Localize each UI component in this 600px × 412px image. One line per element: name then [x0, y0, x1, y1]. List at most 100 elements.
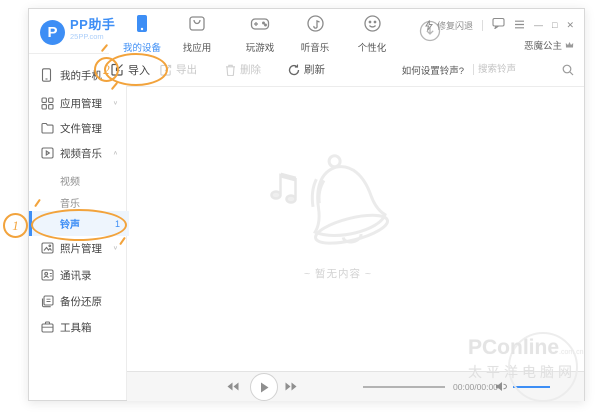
sidebar-item-file-management[interactable]: 文件管理 [29, 116, 126, 140]
help-label: 如何设置铃声? [402, 63, 464, 77]
logo-name: PP助手 [70, 18, 115, 31]
logo-text: PP助手 25PP.com [70, 18, 115, 41]
delete-button[interactable]: 删除 [225, 53, 261, 86]
tab-find-apps[interactable]: 找应用 [167, 14, 227, 54]
ringtone-search [476, 53, 574, 86]
sidebar-item-label: 我的手机 [60, 68, 102, 83]
tab-play-games[interactable]: 玩游戏 [230, 14, 290, 54]
volume-slider[interactable] [513, 386, 550, 388]
sidebar-item-contacts[interactable]: 通讯录 [29, 263, 126, 287]
games-icon [250, 14, 270, 33]
sidebar-subitem-label: 铃声 [60, 216, 80, 231]
refresh-label: 刷新 [304, 62, 325, 77]
sidebar-item-label: 照片管理 [60, 241, 102, 256]
vip-icon [565, 41, 574, 49]
divider [473, 64, 474, 75]
fix-crash-icon [424, 20, 434, 31]
progress-bar[interactable] [363, 386, 445, 388]
chevron-down-icon: ∨ [113, 100, 118, 106]
sidebar-item-my-phone[interactable]: 我的手机 [29, 63, 126, 87]
user-account[interactable]: 恶魔公主 [524, 38, 574, 52]
toolbox-icon [41, 320, 55, 334]
ringtone-toolbar: 导入 导出 删除 刷新 如何设置铃声? [109, 53, 584, 86]
divider [482, 20, 483, 31]
player-bar: 00:00/00:00 [127, 371, 584, 401]
export-label: 导出 [176, 62, 197, 77]
play-icon [260, 382, 269, 393]
feedback-button[interactable] [492, 16, 505, 34]
toolbar-divider [126, 86, 584, 87]
bell-illustration [263, 147, 413, 257]
annotation-step-1-number: 1 [12, 218, 19, 234]
app-window: P PP助手 25PP.com 我的设备 找应用 [28, 8, 585, 401]
device-icon [134, 14, 150, 33]
tab-my-device[interactable]: 我的设备 [112, 14, 172, 54]
contacts-icon [41, 268, 55, 282]
search-input[interactable] [476, 63, 558, 76]
speaker-icon [495, 381, 507, 392]
tab-label: 我的设备 [112, 40, 172, 54]
apps-icon [41, 96, 55, 110]
sidebar-subitem-ringtone[interactable]: 铃声 1 [29, 211, 129, 236]
tab-personalize[interactable]: 个性化 [342, 14, 402, 54]
sidebar-item-photo-management[interactable]: 照片管理 ∨ [29, 236, 126, 260]
refresh-button[interactable]: 刷新 [288, 53, 325, 86]
logo-domain: 25PP.com [70, 33, 115, 41]
ringtone-count-badge: 1 [115, 219, 120, 229]
sidebar-item-label: 应用管理 [60, 96, 102, 111]
play-button[interactable] [250, 373, 278, 401]
app-header: P PP助手 25PP.com 我的设备 找应用 [29, 9, 584, 54]
sidebar-item-label: 工具箱 [60, 320, 92, 335]
pp-logo-icon: P [40, 20, 65, 45]
export-button[interactable]: 导出 [160, 53, 197, 86]
appstore-icon [188, 14, 206, 33]
screenshot-stage: P PP助手 25PP.com 我的设备 找应用 [0, 0, 600, 412]
sidebar-subitem-music[interactable]: 音乐 [29, 192, 126, 212]
username: 恶魔公主 [524, 38, 562, 52]
next-track-button[interactable] [285, 372, 297, 401]
chevron-up-icon: ∧ [113, 150, 118, 156]
sidebar-subitem-label: 视频 [60, 173, 80, 188]
sidebar-item-label: 备份还原 [60, 294, 102, 309]
personalize-icon [363, 14, 382, 33]
export-icon [160, 64, 172, 76]
backup-icon [41, 294, 55, 308]
empty-state-text: ~ 暂无内容 ~ [258, 266, 418, 281]
window-controls: 修复闪退 — □ ✕ [424, 16, 574, 34]
phone-icon [41, 68, 55, 82]
tab-listen-music[interactable]: 听音乐 [285, 14, 345, 54]
previous-icon [227, 382, 239, 391]
sidebar-item-toolbox[interactable]: 工具箱 [29, 315, 126, 339]
photos-icon [41, 241, 55, 255]
sidebar-item-label: 视频音乐 [60, 146, 102, 161]
next-icon [285, 382, 297, 391]
minimize-button[interactable]: — [534, 21, 543, 30]
sidebar-item-label: 文件管理 [60, 121, 102, 136]
sidebar-item-app-management[interactable]: 应用管理 ∨ [29, 91, 126, 115]
app-logo[interactable]: P PP助手 25PP.com [40, 18, 115, 45]
refresh-icon [288, 64, 300, 76]
delete-label: 删除 [240, 62, 261, 77]
feedback-icon [492, 17, 505, 29]
sidebar-item-backup-restore[interactable]: 备份还原 [29, 289, 126, 313]
tab-label: 个性化 [342, 40, 402, 54]
fix-crash-button[interactable]: 修复闪退 [424, 19, 473, 32]
chevron-down-icon: ∨ [113, 245, 118, 251]
sidebar-subitem-video[interactable]: 视频 [29, 170, 126, 190]
menu-button[interactable] [514, 16, 525, 34]
previous-track-button[interactable] [227, 372, 239, 401]
trash-icon [225, 64, 236, 76]
sidebar-item-video-music[interactable]: 视频音乐 ∧ [29, 141, 126, 165]
volume-button[interactable] [495, 372, 507, 401]
sidebar-divider [126, 86, 127, 400]
close-button[interactable]: ✕ [566, 21, 574, 30]
music-icon [306, 14, 325, 33]
how-to-set-ringtone-link[interactable]: 如何设置铃声? [402, 53, 464, 86]
annotation-step-1: 1 [3, 213, 28, 238]
tab-label: 听音乐 [285, 40, 345, 54]
import-label: 导入 [128, 62, 150, 78]
maximize-button[interactable]: □ [552, 21, 557, 30]
sidebar-subitem-label: 音乐 [60, 195, 80, 210]
sidebar-item-label: 通讯录 [60, 268, 92, 283]
search-icon[interactable] [562, 64, 574, 76]
